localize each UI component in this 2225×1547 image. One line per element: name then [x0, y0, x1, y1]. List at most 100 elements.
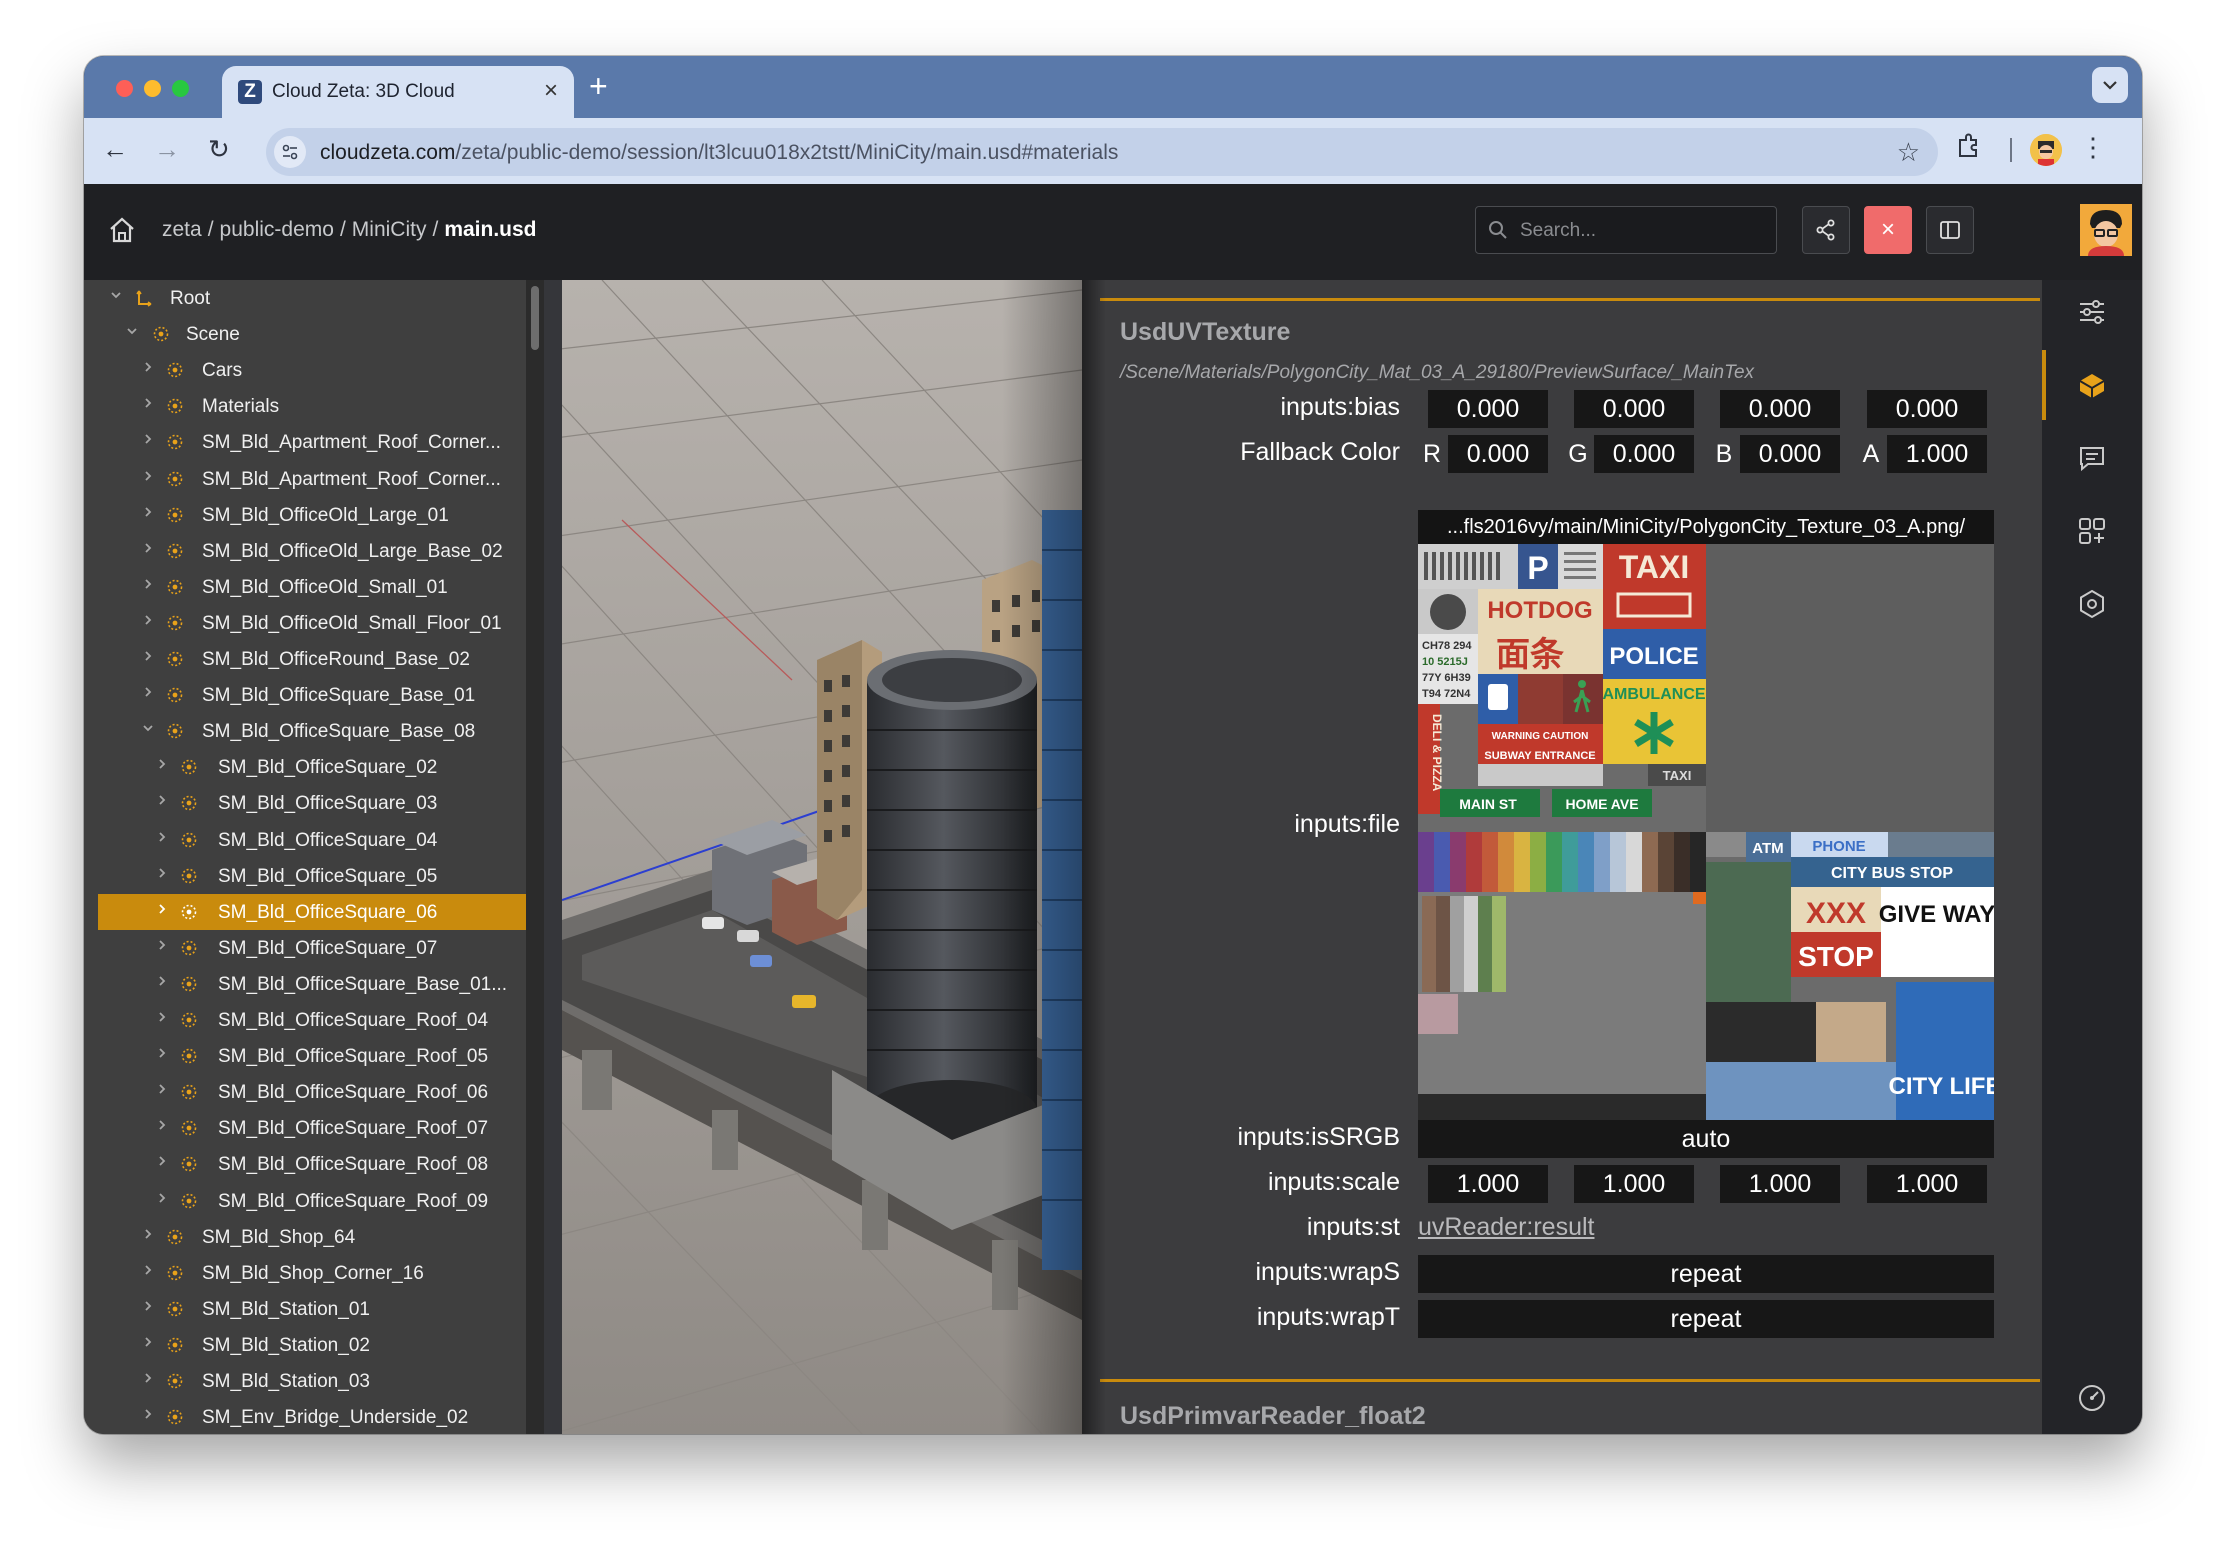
- speedometer-icon[interactable]: [2076, 1382, 2108, 1414]
- close-session-button[interactable]: ×: [1864, 206, 1912, 254]
- layout-icon[interactable]: [2076, 515, 2108, 547]
- bias-x-field[interactable]: 0.000: [1428, 390, 1548, 428]
- tree-row[interactable]: SM_Env_Bridge_Underside_02: [98, 1399, 526, 1434]
- forward-icon[interactable]: →: [154, 134, 180, 164]
- scale-x-field[interactable]: 1.000: [1428, 1165, 1548, 1203]
- tree-row[interactable]: SM_Bld_OfficeSquare_03: [98, 785, 526, 821]
- fallback-g-field[interactable]: 0.000: [1594, 435, 1694, 473]
- chevron-right-icon[interactable]: [154, 1046, 170, 1063]
- material-icon[interactable]: [2076, 369, 2108, 401]
- wrapt-select[interactable]: repeat: [1418, 1300, 1994, 1338]
- breadcrumb-item-public-demo[interactable]: public-demo: [220, 218, 334, 241]
- fallback-r-field[interactable]: 0.000: [1448, 435, 1548, 473]
- tree-row[interactable]: SM_Bld_OfficeRound_Base_02: [98, 641, 526, 677]
- bias-y-field[interactable]: 0.000: [1574, 390, 1694, 428]
- tree-scrollbar[interactable]: [526, 280, 544, 1434]
- tree-row[interactable]: SM_Bld_OfficeSquare_02: [98, 749, 526, 785]
- tree-row[interactable]: SM_Bld_OfficeSquare_Roof_07: [98, 1110, 526, 1146]
- tree-row[interactable]: SM_Bld_Station_03: [98, 1363, 526, 1399]
- chevron-right-icon[interactable]: [154, 938, 170, 955]
- tree-row[interactable]: Cars: [98, 352, 526, 388]
- file-path-field[interactable]: ...fls2016vy/main/MiniCity/PolygonCity_T…: [1418, 510, 1994, 544]
- tree-row[interactable]: SM_Bld_Station_01: [98, 1291, 526, 1327]
- chevron-right-icon[interactable]: [154, 866, 170, 883]
- breadcrumb-item-zeta[interactable]: zeta: [162, 218, 202, 241]
- browser-menu-icon[interactable]: ⋮: [2080, 132, 2106, 162]
- site-info-icon[interactable]: [274, 136, 306, 168]
- chevron-down-icon[interactable]: [108, 288, 124, 305]
- toggle-panel-button[interactable]: [1926, 206, 1974, 254]
- hexagon-settings-icon[interactable]: [2076, 588, 2108, 620]
- panel-divider[interactable]: [544, 280, 562, 1434]
- tree-row[interactable]: SM_Bld_Shop_64: [98, 1219, 526, 1255]
- tree-row[interactable]: SM_Bld_OfficeSquare_05: [98, 858, 526, 894]
- fallback-b-field[interactable]: 0.000: [1740, 435, 1840, 473]
- tree-row[interactable]: SM_Bld_OfficeSquare_Roof_04: [98, 1002, 526, 1038]
- tree-row[interactable]: SM_Bld_OfficeSquare_Base_01...: [98, 966, 526, 1002]
- chevron-right-icon[interactable]: [140, 1335, 156, 1352]
- chevron-right-icon[interactable]: [154, 1118, 170, 1135]
- tree-row[interactable]: SM_Bld_OfficeSquare_07: [98, 930, 526, 966]
- chevron-right-icon[interactable]: [154, 1154, 170, 1171]
- tree-row[interactable]: Materials: [98, 388, 526, 424]
- search-box[interactable]: [1475, 206, 1777, 254]
- chevron-down-icon[interactable]: [124, 324, 140, 341]
- chevron-right-icon[interactable]: [140, 505, 156, 522]
- tree-row[interactable]: SM_Bld_Apartment_Roof_Corner...: [98, 461, 526, 497]
- chevron-right-icon[interactable]: [140, 396, 156, 413]
- tree-row[interactable]: SM_Bld_OfficeSquare_Base_08: [98, 713, 526, 749]
- issrgb-select[interactable]: auto: [1418, 1120, 1994, 1158]
- tree-row[interactable]: SM_Bld_OfficeSquare_Roof_08: [98, 1146, 526, 1182]
- tree-row[interactable]: SM_Bld_OfficeOld_Small_Floor_01: [98, 605, 526, 641]
- chevron-right-icon[interactable]: [140, 649, 156, 666]
- chevron-right-icon[interactable]: [154, 830, 170, 847]
- share-button[interactable]: [1802, 206, 1850, 254]
- new-tab-button[interactable]: +: [589, 68, 608, 104]
- chevron-right-icon[interactable]: [140, 685, 156, 702]
- st-connection-link[interactable]: uvReader:result: [1418, 1213, 1594, 1242]
- tree-row[interactable]: SM_Bld_Shop_Corner_16: [98, 1255, 526, 1291]
- fallback-a-field[interactable]: 1.000: [1887, 435, 1987, 473]
- 3d-viewport[interactable]: [562, 280, 1082, 1434]
- chevron-right-icon[interactable]: [140, 541, 156, 558]
- wraps-select[interactable]: repeat: [1418, 1255, 1994, 1293]
- address-bar[interactable]: cloudzeta.com/zeta/public-demo/session/l…: [266, 128, 1938, 176]
- chevron-right-icon[interactable]: [154, 902, 170, 919]
- user-avatar[interactable]: [2080, 204, 2132, 256]
- tab-close-icon[interactable]: ×: [544, 78, 558, 104]
- home-icon[interactable]: [106, 214, 138, 246]
- chevron-right-icon[interactable]: [140, 1371, 156, 1388]
- tree-scrollbar-thumb[interactable]: [531, 286, 539, 350]
- tree-row[interactable]: SM_Bld_OfficeSquare_Roof_06: [98, 1074, 526, 1110]
- maximize-window-button[interactable]: [172, 80, 189, 97]
- tab-search-button[interactable]: [2092, 67, 2128, 103]
- chevron-right-icon[interactable]: [140, 1227, 156, 1244]
- minimize-window-button[interactable]: [144, 80, 161, 97]
- chevron-right-icon[interactable]: [154, 1191, 170, 1208]
- settings-sliders-icon[interactable]: [2076, 296, 2108, 328]
- tree-row[interactable]: Scene: [98, 316, 526, 352]
- chevron-right-icon[interactable]: [140, 1407, 156, 1424]
- chevron-right-icon[interactable]: [154, 1082, 170, 1099]
- chevron-right-icon[interactable]: [140, 432, 156, 449]
- chevron-right-icon[interactable]: [140, 577, 156, 594]
- back-icon[interactable]: ←: [102, 134, 128, 164]
- tree-row[interactable]: SM_Bld_Station_02: [98, 1327, 526, 1363]
- profile-avatar[interactable]: [2030, 134, 2062, 166]
- bias-z-field[interactable]: 0.000: [1720, 390, 1840, 428]
- comment-icon[interactable]: [2076, 442, 2108, 474]
- tree-row[interactable]: SM_Bld_OfficeSquare_06: [98, 893, 526, 930]
- chevron-right-icon[interactable]: [140, 1299, 156, 1316]
- chevron-right-icon[interactable]: [154, 1010, 170, 1027]
- chevron-right-icon[interactable]: [140, 469, 156, 486]
- extensions-icon[interactable]: [1954, 132, 1982, 160]
- tree-row[interactable]: SM_Bld_OfficeOld_Large_01: [98, 497, 526, 533]
- tree-row[interactable]: SM_Bld_OfficeOld_Large_Base_02: [98, 533, 526, 569]
- bias-w-field[interactable]: 0.000: [1867, 390, 1987, 428]
- close-window-button[interactable]: [116, 80, 133, 97]
- scale-y-field[interactable]: 1.000: [1574, 1165, 1694, 1203]
- texture-preview[interactable]: P TAXI HOTDOG 面条 CH78 294 10 5215J 77Y 6…: [1418, 544, 1994, 1120]
- chevron-right-icon[interactable]: [154, 793, 170, 810]
- url-text[interactable]: cloudzeta.com/zeta/public-demo/session/l…: [320, 141, 1118, 165]
- scale-z-field[interactable]: 1.000: [1720, 1165, 1840, 1203]
